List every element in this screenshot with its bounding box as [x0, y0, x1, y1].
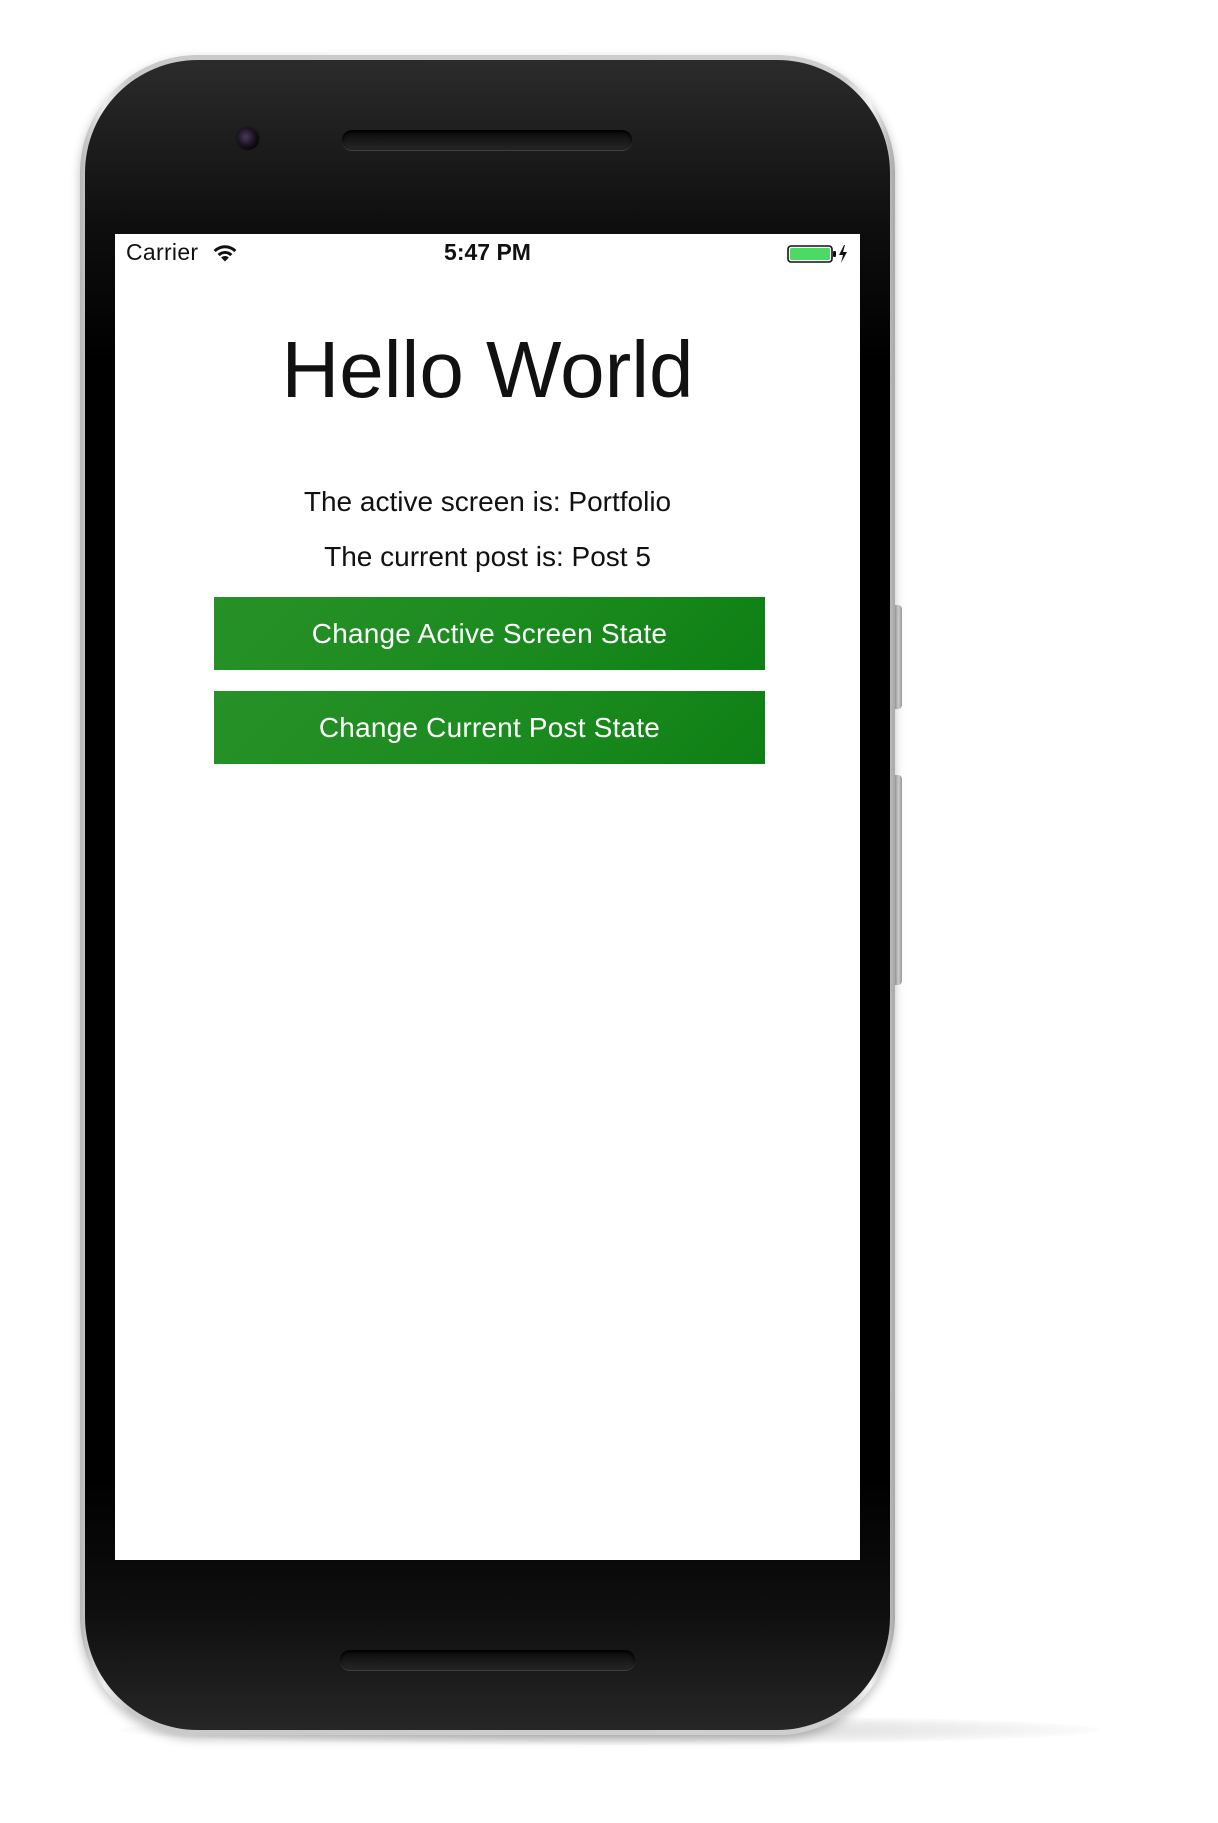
battery-charging-icon [787, 245, 847, 263]
change-active-screen-button-label: Change Active Screen State [311, 617, 668, 649]
current-post-text: The current post is: Post 5 [324, 541, 651, 572]
status-bar: Carrier 5:47 PM [115, 234, 860, 272]
active-screen-text: The active screen is: Portfolio [303, 486, 672, 517]
change-current-post-button-label: Change Current Post State [318, 711, 661, 743]
front-camera-icon [237, 128, 259, 150]
app-screen: Carrier 5:47 PM Hello World The active s… [115, 234, 860, 1560]
earpiece-speaker [342, 130, 632, 150]
change-current-post-button[interactable]: Change Current Post State [214, 691, 765, 764]
bottom-speaker [340, 1650, 635, 1670]
page-title: Hello World [281, 325, 694, 414]
status-time: 5:47 PM [444, 239, 531, 265]
change-active-screen-button[interactable]: Change Active Screen State [214, 597, 765, 670]
